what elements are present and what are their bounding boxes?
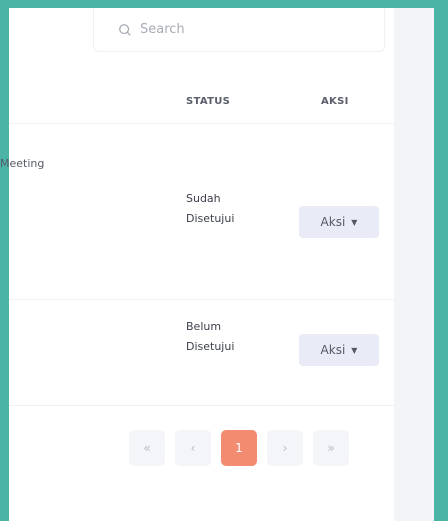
next-page-button[interactable]: › <box>267 430 303 466</box>
prev-page-button[interactable]: ‹ <box>175 430 211 466</box>
search-placeholder: Search <box>140 22 185 37</box>
aksi-label: Aksi <box>320 343 346 357</box>
status-text: Sudah Disetujui <box>186 189 234 229</box>
content-card: Search STATUS AKSI Meeting Sudah Disetuj… <box>0 8 394 521</box>
status-text: Belum Disetujui <box>186 317 234 357</box>
window-frame-right <box>434 0 448 521</box>
status-line-1: Belum <box>186 320 222 333</box>
aksi-dropdown-button[interactable]: Aksi ▼ <box>299 206 379 238</box>
status-line-1: Sudah <box>186 192 221 205</box>
aksi-dropdown-button[interactable]: Aksi ▼ <box>299 334 379 366</box>
first-page-button[interactable]: « <box>129 430 165 466</box>
purpose-text: Meeting <box>0 157 45 170</box>
column-header-aksi: AKSI <box>321 96 349 107</box>
window-frame-left <box>0 0 9 521</box>
column-header-status: STATUS <box>186 96 231 107</box>
table-row: Belum Disetujui Aksi ▼ <box>9 300 394 406</box>
caret-down-icon: ▼ <box>351 217 358 227</box>
table-row: Meeting Sudah Disetujui Aksi ▼ <box>0 124 394 300</box>
table-header: STATUS AKSI <box>9 80 394 124</box>
window-frame-top <box>0 0 448 8</box>
pagination: « ‹ 1 › » <box>129 428 349 468</box>
status-line-2: Disetujui <box>186 340 235 353</box>
caret-down-icon: ▼ <box>351 345 358 355</box>
last-page-button[interactable]: » <box>313 430 349 466</box>
search-icon <box>119 23 131 36</box>
current-page-button[interactable]: 1 <box>221 430 257 466</box>
aksi-label: Aksi <box>320 215 346 229</box>
status-line-2: Disetujui <box>186 212 235 225</box>
search-input[interactable]: Search <box>93 8 385 52</box>
